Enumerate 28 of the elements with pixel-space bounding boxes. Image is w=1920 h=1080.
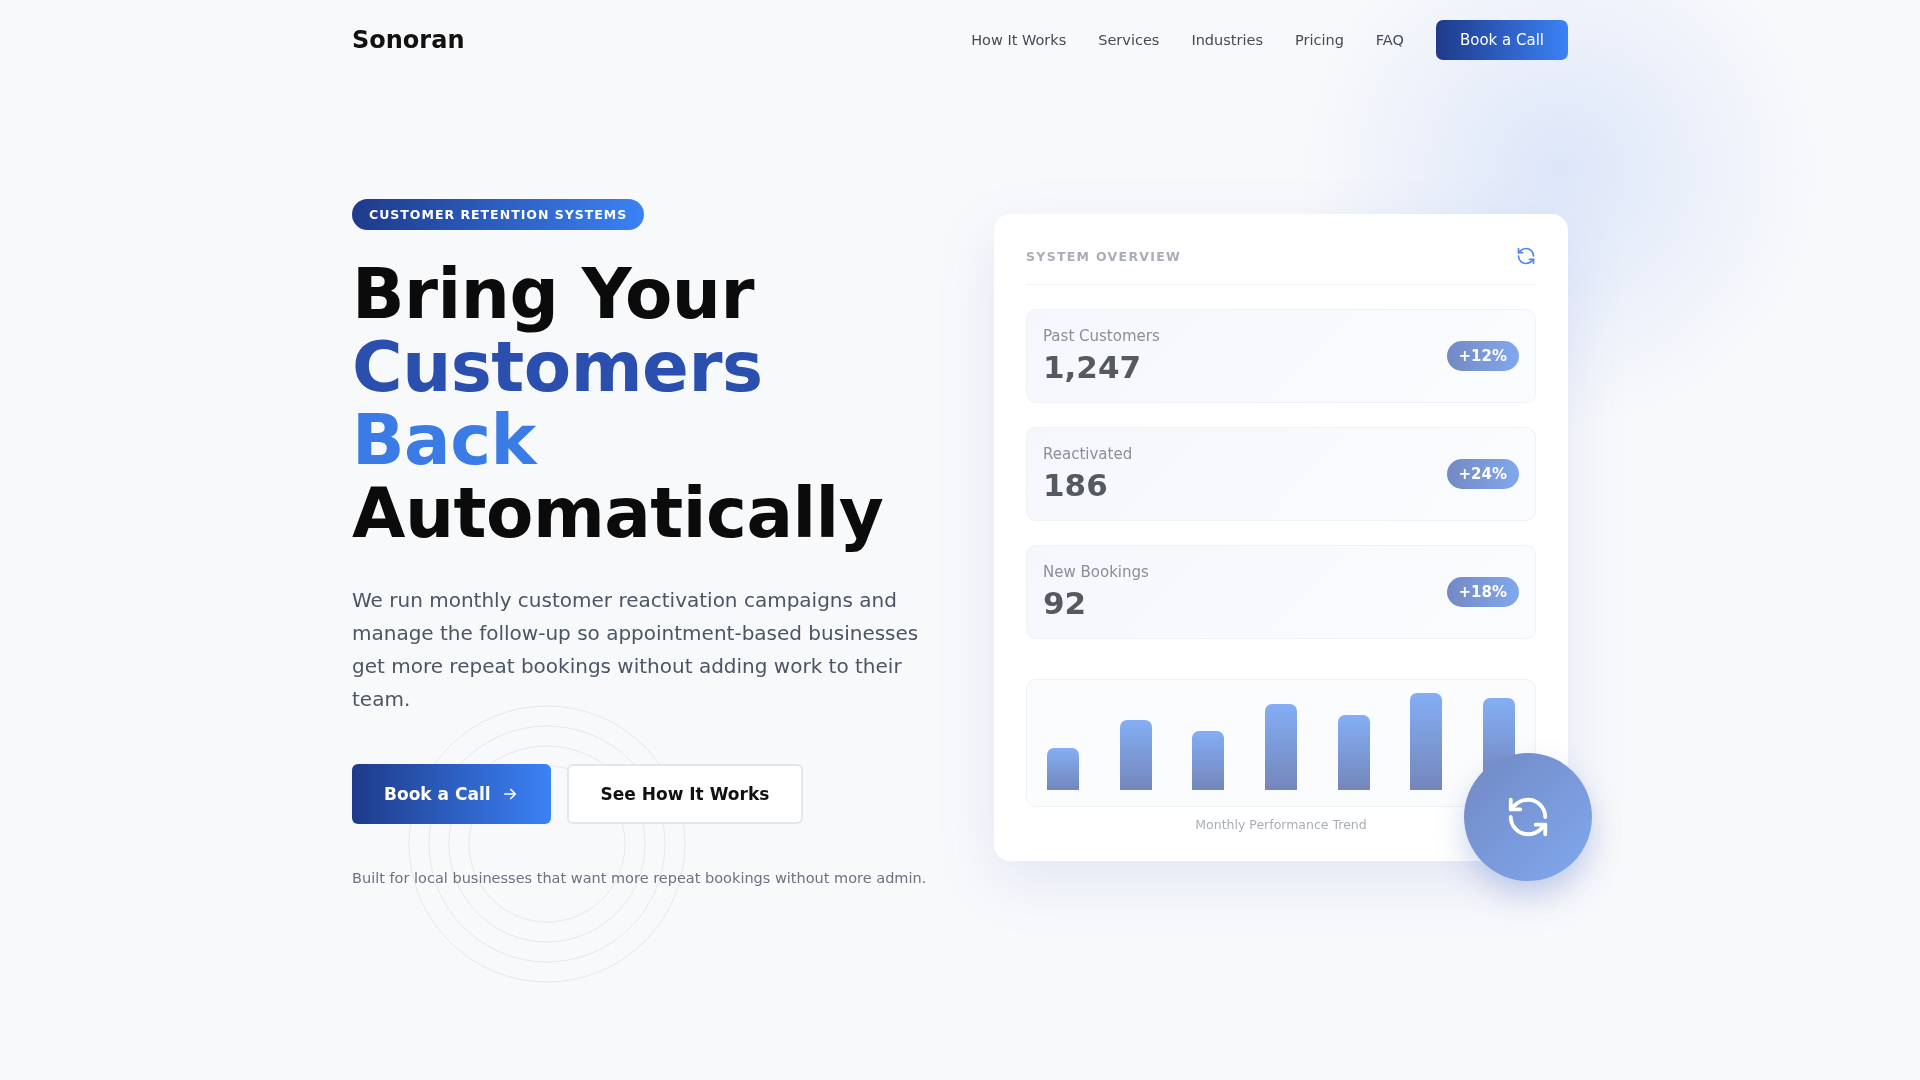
chart-caption: Monthly Performance Trend (1194, 817, 1368, 832)
footnote: Built for local businesses that want more repeat bookings without more admin. (352, 870, 927, 886)
logo[interactable]: Sonoran (352, 26, 465, 54)
stat-label: Reactivated (1043, 445, 1133, 463)
category-badge: CUSTOMER RETENTION SYSTEMS (352, 199, 645, 230)
book-call-button[interactable]: Book a Call (352, 764, 551, 824)
stat-label: Past Customers (1043, 327, 1160, 345)
nav-link[interactable]: Industries (1191, 32, 1263, 48)
chart-bar (1047, 748, 1079, 790)
nav-link[interactable]: Pricing (1294, 32, 1344, 48)
how-it-works-button[interactable]: See How It Works (566, 764, 804, 824)
change-badge: +12% (1446, 341, 1519, 371)
stat-value: 1,247 (1043, 349, 1143, 385)
chart-bar (1119, 720, 1152, 790)
card-title: SYSTEM OVERVIEW (1026, 248, 1182, 264)
stat-label: New Bookings (1043, 563, 1149, 581)
stat-value: 92 (1043, 585, 1088, 621)
hero-description: We run monthly customer reactivation campaigns and manage the follow-up so appointment-based businesses get more repeat bookings without adding work to their team. (352, 587, 920, 713)
book-call-button[interactable]: Book a Call (1435, 20, 1568, 60)
change-badge: +24% (1446, 459, 1519, 489)
nav-link[interactable]: FAQ (1375, 32, 1404, 48)
nav-link[interactable]: How It Works (971, 32, 1067, 48)
chart-bar (1192, 731, 1225, 790)
hero-headline: Bring Your Customers Back Automatically (352, 258, 885, 550)
stat-value: 186 (1043, 467, 1109, 503)
refresh-icon (1516, 246, 1536, 266)
change-badge: +18% (1446, 577, 1519, 607)
nav-link[interactable]: Services (1098, 32, 1160, 48)
